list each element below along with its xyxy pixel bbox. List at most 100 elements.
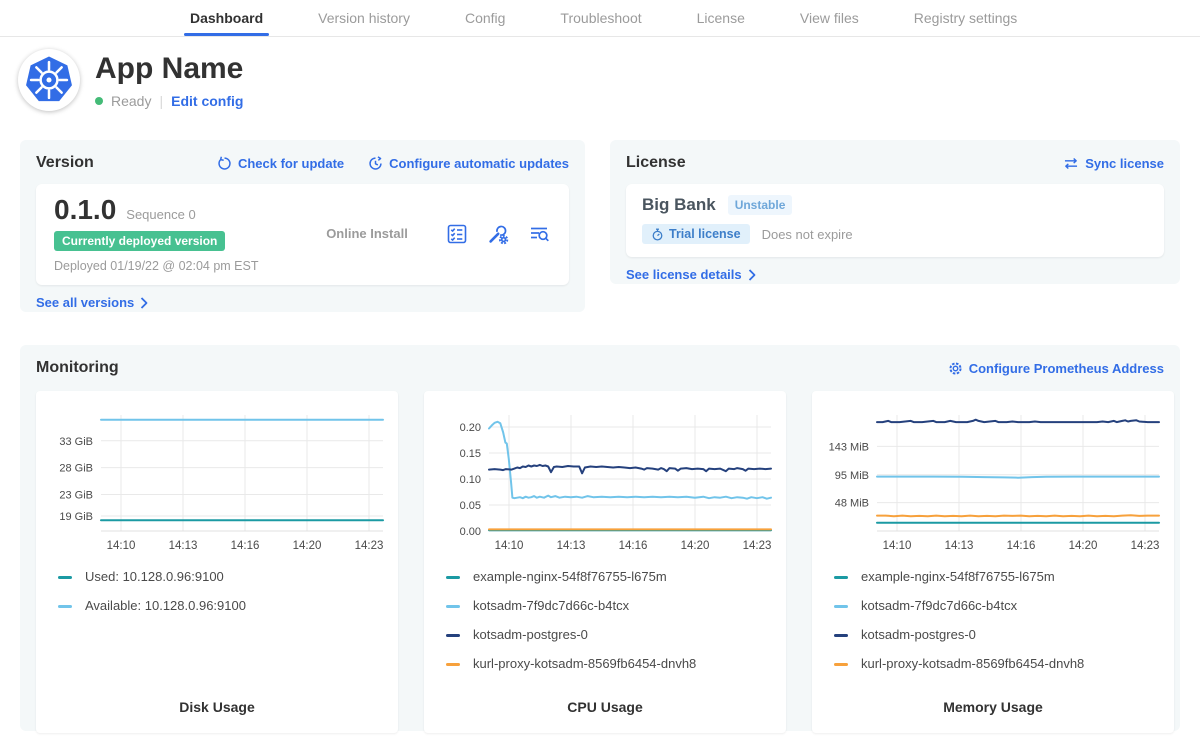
status-ready-dot (95, 97, 103, 105)
svg-text:14:16: 14:16 (231, 540, 260, 552)
legend-item: kotsadm-postgres-0 (446, 627, 776, 643)
trial-license-badge: Trial license (642, 224, 750, 244)
disk-usage-chart: 14:1014:1314:1614:2014:2319 GiB23 GiB28 … (46, 403, 388, 555)
svg-text:48 MiB: 48 MiB (835, 498, 869, 510)
svg-text:14:16: 14:16 (1007, 540, 1036, 552)
memory-usage-card: 14:1014:1314:1614:2014:2348 MiB95 MiB143… (812, 391, 1174, 733)
svg-text:0.15: 0.15 (460, 448, 481, 460)
legend-item: kotsadm-7f9dc7d66c-b4tcx (446, 598, 776, 614)
svg-text:0.20: 0.20 (460, 422, 481, 434)
legend-label: kurl-proxy-kotsadm-8569fb6454-dnvh8 (473, 656, 696, 672)
channel-badge: Unstable (728, 195, 793, 215)
legend-item: example-nginx-54f8f76755-l675m (446, 569, 776, 585)
svg-text:14:13: 14:13 (169, 540, 198, 552)
svg-text:14:23: 14:23 (1131, 540, 1160, 552)
sync-license-link[interactable]: Sync license (1063, 156, 1164, 171)
svg-text:14:10: 14:10 (107, 540, 136, 552)
tab-dashboard[interactable]: Dashboard (190, 0, 263, 36)
svg-text:14:13: 14:13 (557, 540, 586, 552)
svg-text:0.00: 0.00 (460, 526, 481, 538)
license-expiry: Does not expire (762, 227, 853, 242)
tab-license[interactable]: License (697, 0, 745, 36)
legend-color-dash (446, 605, 460, 608)
clock-refresh-icon (368, 156, 383, 171)
legend-color-dash (58, 605, 72, 608)
svg-text:28 GiB: 28 GiB (59, 463, 93, 475)
app-header: App Name Ready | Edit config (18, 49, 243, 111)
cpu-usage-card: 14:1014:1314:1614:2014:230.000.050.100.1… (424, 391, 786, 733)
app-logo (18, 49, 80, 111)
divider: | (159, 93, 163, 109)
cpu-usage-chart: 14:1014:1314:1614:2014:230.000.050.100.1… (434, 403, 776, 555)
version-sequence: Sequence 0 (126, 207, 195, 222)
legend-label: kurl-proxy-kotsadm-8569fb6454-dnvh8 (861, 656, 1084, 672)
install-type-label: Online Install (289, 226, 445, 241)
svg-text:0.10: 0.10 (460, 474, 481, 486)
legend-color-dash (58, 576, 72, 579)
currently-deployed-badge: Currently deployed version (54, 231, 225, 251)
legend-color-dash (446, 576, 460, 579)
tab-version-history[interactable]: Version history (318, 0, 410, 36)
license-detail-card: Big Bank Unstable Trial license Does not… (626, 184, 1164, 257)
svg-text:14:16: 14:16 (619, 540, 648, 552)
svg-text:14:23: 14:23 (743, 540, 772, 552)
chevron-right-icon (748, 269, 756, 281)
monitoring-section: Monitoring Configure Prometheus Address … (20, 345, 1180, 731)
legend-item: Available: 10.128.0.96:9100 (58, 598, 388, 614)
chevron-right-icon (140, 297, 148, 309)
legend-label: example-nginx-54f8f76755-l675m (861, 569, 1055, 585)
sync-icon (1063, 157, 1079, 170)
legend-item: kurl-proxy-kotsadm-8569fb6454-dnvh8 (446, 656, 776, 672)
see-all-versions-link[interactable]: See all versions (36, 295, 148, 310)
tab-registry-settings[interactable]: Registry settings (914, 0, 1017, 36)
gear-icon (948, 361, 963, 376)
tab-troubleshoot[interactable]: Troubleshoot (560, 0, 641, 36)
view-logs-icon[interactable] (527, 222, 551, 246)
legend-color-dash (446, 634, 460, 637)
legend-label: kotsadm-7f9dc7d66c-b4tcx (861, 598, 1017, 614)
cpu-usage-legend: example-nginx-54f8f76755-l675m kotsadm-7f… (434, 569, 776, 672)
legend-item: Used: 10.128.0.96:9100 (58, 569, 388, 585)
svg-text:0.05: 0.05 (460, 500, 481, 512)
customer-name: Big Bank (642, 195, 716, 215)
monitoring-title: Monitoring (36, 359, 119, 377)
svg-text:23 GiB: 23 GiB (59, 489, 93, 501)
tab-view-files[interactable]: View files (800, 0, 859, 36)
chart-title: CPU Usage (434, 699, 776, 715)
svg-text:143 MiB: 143 MiB (829, 441, 869, 453)
legend-label: kotsadm-7f9dc7d66c-b4tcx (473, 598, 629, 614)
see-license-details-link[interactable]: See license details (626, 267, 756, 282)
version-card: Version Check for update Configure autom… (20, 140, 585, 312)
status-text: Ready (111, 93, 151, 109)
legend-label: Used: 10.128.0.96:9100 (85, 569, 224, 585)
configure-prometheus-link[interactable]: Configure Prometheus Address (948, 361, 1164, 376)
top-nav: Dashboard Version history Config Trouble… (0, 0, 1200, 37)
refresh-icon (217, 156, 232, 171)
legend-color-dash (834, 605, 848, 608)
legend-item: kotsadm-postgres-0 (834, 627, 1164, 643)
legend-label: example-nginx-54f8f76755-l675m (473, 569, 667, 585)
legend-label: Available: 10.128.0.96:9100 (85, 598, 246, 614)
preflight-checks-icon[interactable] (445, 222, 469, 246)
legend-color-dash (834, 663, 848, 666)
legend-color-dash (834, 634, 848, 637)
edit-config-link[interactable]: Edit config (171, 93, 243, 109)
tab-config[interactable]: Config (465, 0, 505, 36)
license-card: License Sync license Big Bank Unstable (610, 140, 1180, 284)
version-title: Version (36, 154, 94, 172)
svg-text:95 MiB: 95 MiB (835, 470, 869, 482)
svg-text:14:10: 14:10 (495, 540, 524, 552)
check-for-update-link[interactable]: Check for update (217, 156, 344, 171)
svg-text:14:20: 14:20 (293, 540, 322, 552)
edit-config-gear-icon[interactable] (486, 222, 510, 246)
configure-automatic-updates-link[interactable]: Configure automatic updates (368, 156, 569, 171)
current-version-card: 0.1.0 Sequence 0 Currently deployed vers… (36, 184, 569, 285)
chart-title: Disk Usage (46, 699, 388, 715)
disk-usage-legend: Used: 10.128.0.96:9100 Available: 10.128.… (46, 569, 388, 614)
svg-text:14:20: 14:20 (1069, 540, 1098, 552)
disk-usage-card: 14:1014:1314:1614:2014:2319 GiB23 GiB28 … (36, 391, 398, 733)
svg-text:14:10: 14:10 (883, 540, 912, 552)
page-title: App Name (95, 52, 243, 86)
legend-item: example-nginx-54f8f76755-l675m (834, 569, 1164, 585)
legend-color-dash (446, 663, 460, 666)
